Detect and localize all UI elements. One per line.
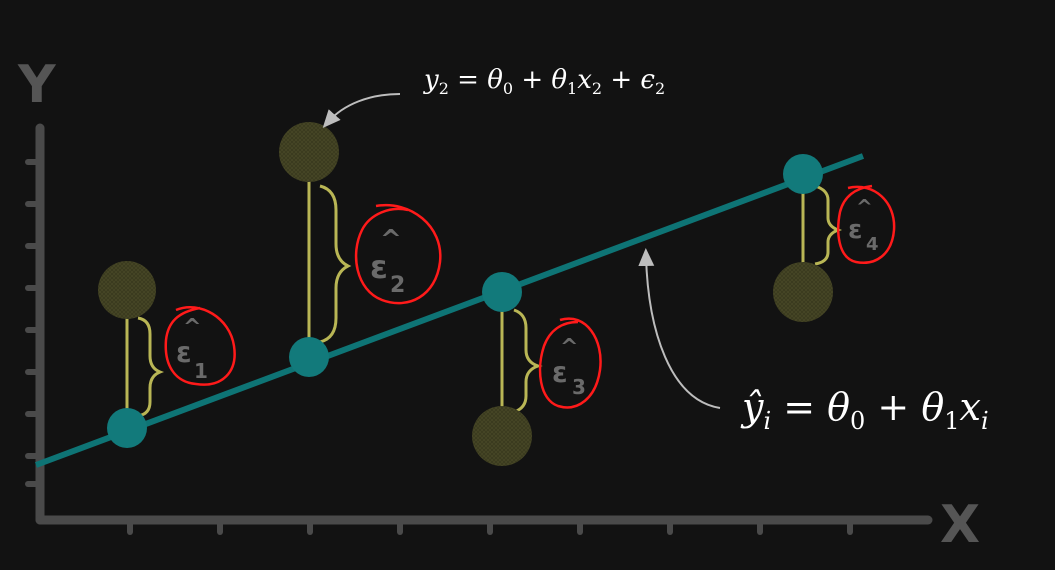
observed-point-3 <box>472 406 532 466</box>
residual-subscript-2: 2 <box>390 273 405 298</box>
regression-line <box>34 153 865 468</box>
observed-points <box>98 122 833 466</box>
annotation-circle-3 <box>538 317 602 409</box>
brace-1 <box>137 316 165 418</box>
x-axis-label: X <box>940 495 980 555</box>
brace-2 <box>319 184 352 344</box>
residual-symbol-3: ε <box>552 356 568 389</box>
residual-label-2: ^ ε 2 <box>354 203 442 305</box>
observed-point-1 <box>98 261 156 319</box>
residual-label-4: ^ ε 4 <box>837 184 896 264</box>
curved-arrow-icon <box>322 93 401 128</box>
residual-symbol-4: ε <box>848 215 862 245</box>
observed-point-4 <box>773 262 833 322</box>
brace-3 <box>513 308 543 414</box>
curved-arrow-icon <box>638 248 721 409</box>
residual-symbol-2: ε <box>370 248 388 286</box>
residual-subscript-1: 1 <box>194 359 208 383</box>
residual-subscript-4: 4 <box>866 234 879 255</box>
observed-point-2 <box>279 122 339 182</box>
observed-equation: y2 = θ0 + θ1x2 + ϵ2 <box>423 65 665 98</box>
y-axis-label: Y <box>17 55 57 115</box>
fitted-point-2 <box>289 337 329 377</box>
residual-label-1: ^ ε 1 <box>164 305 236 386</box>
brace-4 <box>814 184 843 266</box>
fitted-point-4 <box>783 154 823 194</box>
fitted-equation: ŷi = θ0 + θ1xi <box>740 385 989 435</box>
fitted-point-3 <box>482 272 522 312</box>
residual-label-3: ^ ε 3 <box>538 317 602 409</box>
regression-diagram: Y X ^ ε 1 ^ ε 2 ^ ε 3 ^ ε 4 y2 = θ0 + θ1… <box>17 55 989 555</box>
fitted-points <box>107 154 823 448</box>
fitted-point-1 <box>107 408 147 448</box>
residual-symbol-1: ε <box>176 336 192 369</box>
residual-subscript-3: 3 <box>572 375 586 399</box>
